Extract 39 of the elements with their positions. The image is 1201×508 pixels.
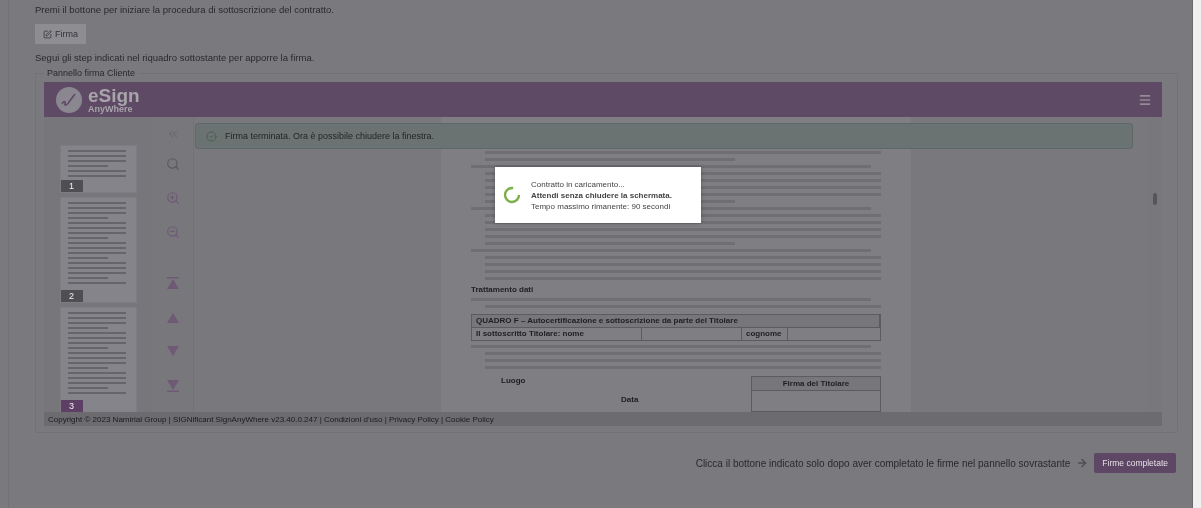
page-thumbnail[interactable]: 3 (59, 307, 137, 412)
table-cell: cognome (742, 327, 788, 340)
intro-text: Premi il bottone per iniziare la procedura di sottoscrizione del contratto. (35, 4, 335, 16)
page-thumbnail[interactable]: 2 (59, 197, 137, 303)
zoom-out-icon[interactable] (165, 225, 180, 239)
page-number: 2 (60, 290, 83, 302)
loading-warning: Attendi senza chiudere la schermata. (531, 190, 672, 200)
page-scrollbar[interactable] (1192, 0, 1201, 508)
first-page-icon[interactable] (166, 277, 179, 290)
page-thumbnail[interactable]: 1 (59, 145, 137, 193)
signature-box: Firma del Titolare (751, 376, 881, 412)
time-remaining: Tempo massimo rimanente: 90 secondi (531, 201, 672, 211)
date-label: Data (620, 395, 639, 404)
menu-icon[interactable] (1138, 92, 1152, 107)
table-cell: Il sottoscritto Titolare: nome (472, 327, 642, 340)
logo-title: eSign (88, 85, 140, 105)
loading-text: Contratto in caricamento... (531, 179, 626, 189)
page-number: 1 (60, 180, 83, 192)
check-icon (206, 130, 217, 142)
next-page-icon[interactable] (166, 345, 179, 358)
page-number: 3 (60, 400, 83, 412)
instruction-text: Segui gli step indicati nel riquadro sottostante per apporre la firma. (35, 52, 316, 64)
panel-legend: Pannello firma Cliente (44, 68, 139, 78)
spinner-icon (503, 186, 521, 204)
signatures-completed-button[interactable]: Firme completate (1094, 453, 1176, 473)
page-thumbnail-drawing (67, 150, 128, 180)
edit-icon (43, 29, 52, 39)
zoom-in-icon[interactable] (165, 191, 180, 205)
section-heading: Trattamento dati (471, 285, 535, 295)
last-page-icon[interactable] (166, 379, 179, 392)
table-title: QUADRO F – Autocertificazione e sottoscrizione da parte del Titolare (472, 314, 880, 327)
search-icon[interactable] (165, 157, 180, 171)
previous-page-icon[interactable] (166, 311, 179, 324)
logo-subtitle: AnyWhere (88, 104, 133, 114)
alert-text: Firma terminata. Ora è possibile chiudere la finestra. (225, 131, 435, 141)
arrow-icon (1076, 457, 1089, 469)
copyright-footer: Copyright © 2023 Namirial Group | SIGNificant SignAnyWhere v23.40.0.247 | Condizioni d'uso | Privacy Policy | Cookie Policy (44, 412, 1162, 426)
pen-logo-icon (56, 86, 82, 113)
place-label: Luogo (501, 376, 527, 385)
